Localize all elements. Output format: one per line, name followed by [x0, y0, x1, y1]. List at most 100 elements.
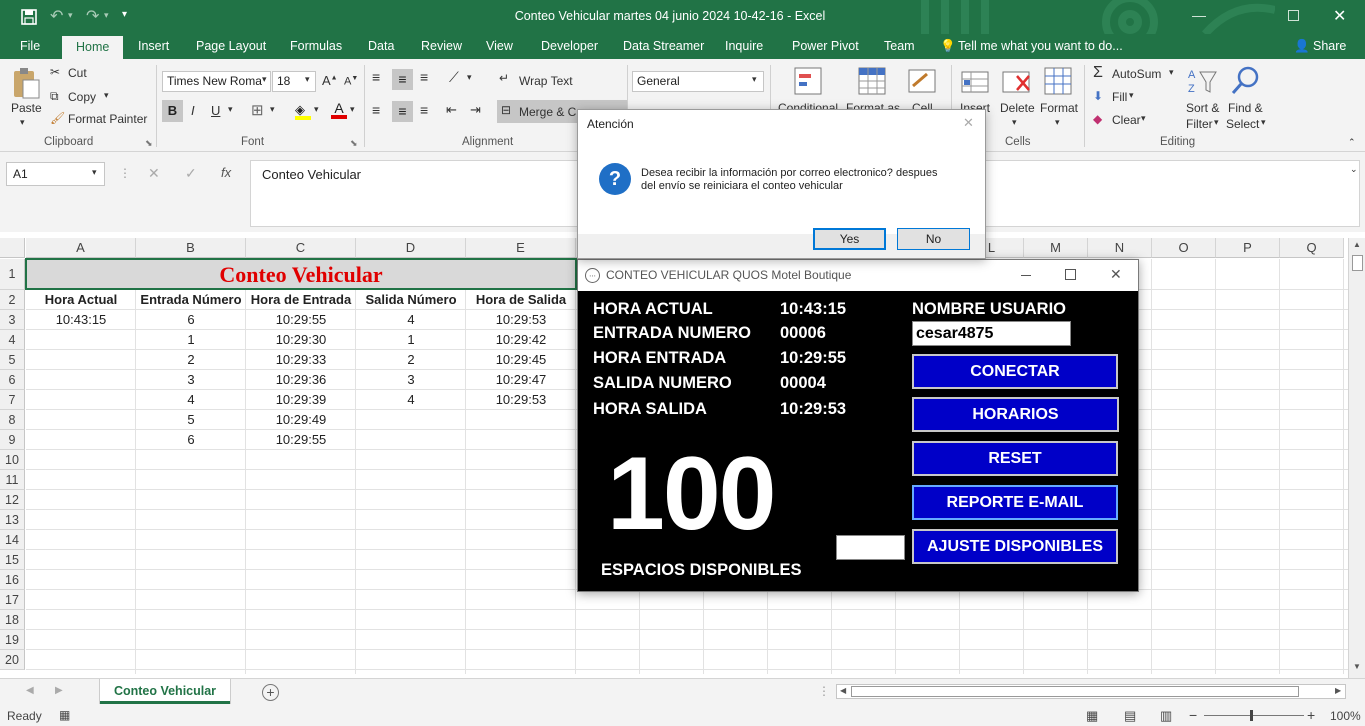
redo-icon[interactable]: ↷ [86, 6, 99, 26]
column-header-m[interactable]: M [1024, 238, 1088, 258]
name-box-dropdown-icon[interactable]: ▾ [92, 167, 97, 178]
table-cell[interactable]: 6 [136, 430, 246, 450]
horizontal-scroll-thumb[interactable] [851, 686, 1299, 697]
row-header-15[interactable]: 15 [0, 550, 25, 570]
vertical-scroll-thumb[interactable] [1352, 255, 1363, 271]
table-cell[interactable]: 2 [356, 350, 466, 370]
row-header-19[interactable]: 19 [0, 630, 25, 650]
row-header-7[interactable]: 7 [0, 390, 25, 410]
row-header-6[interactable]: 6 [0, 370, 25, 390]
close-button[interactable]: ✕ [1333, 6, 1346, 26]
format-dropdown-icon[interactable]: ▾ [1055, 117, 1060, 128]
column-header-o[interactable]: O [1152, 238, 1216, 258]
row-header-8[interactable]: 8 [0, 410, 25, 430]
header-hora-de-entrada[interactable]: Hora de Entrada [246, 290, 356, 310]
header-salida-numero[interactable]: Salida Número [356, 290, 466, 310]
ajuste-disponibles-button[interactable]: AJUSTE DISPONIBLES [912, 529, 1118, 564]
row-header-1[interactable]: 1 [0, 259, 25, 290]
table-cell[interactable]: 5 [136, 410, 246, 430]
new-sheet-icon[interactable]: + [262, 684, 279, 701]
table-cell[interactable] [356, 430, 466, 450]
zoom-slider[interactable] [1204, 715, 1304, 716]
page-layout-view-icon[interactable]: ▤ [1124, 708, 1136, 724]
copy-dropdown-icon[interactable]: ▾ [104, 90, 109, 101]
cancel-entry-icon[interactable]: ✕ [148, 165, 160, 182]
column-header-p[interactable]: P [1216, 238, 1280, 258]
clipboard-launcher-icon[interactable]: ⬊ [145, 138, 153, 149]
table-cell[interactable]: 10:29:55 [246, 310, 356, 330]
row-header-2[interactable]: 2 [0, 290, 25, 310]
tab-review[interactable]: Review [421, 34, 462, 59]
tab-home[interactable]: Home [62, 36, 124, 59]
table-cell[interactable]: 10:29:36 [246, 370, 356, 390]
underline-dropdown-icon[interactable]: ▾ [228, 104, 233, 115]
paste-label[interactable]: Paste [11, 101, 42, 115]
column-header-d[interactable]: D [356, 238, 466, 258]
table-cell[interactable]: 10:29:49 [246, 410, 356, 430]
sort-filter-label-1[interactable]: Sort & [1186, 101, 1219, 115]
format-painter-button[interactable]: Format Painter [68, 112, 147, 126]
find-select-label-2[interactable]: Select [1226, 117, 1259, 131]
scroll-left-icon[interactable]: ◀ [840, 686, 846, 695]
horarios-button[interactable]: HORARIOS [912, 397, 1119, 432]
form-minimize-button[interactable] [1021, 275, 1031, 276]
italic-button[interactable]: I [191, 103, 195, 118]
delete-cells-icon[interactable] [1001, 66, 1033, 98]
table-cell[interactable]: 4 [136, 390, 246, 410]
normal-view-icon[interactable]: ▦ [1086, 708, 1098, 724]
prev-sheet-icon[interactable]: ◀ [26, 685, 34, 696]
zoom-level[interactable]: 100% [1330, 709, 1361, 723]
table-cell[interactable]: 10:29:53 [466, 390, 576, 410]
tab-formulas[interactable]: Formulas [290, 34, 342, 59]
tab-page-layout[interactable]: Page Layout [196, 34, 266, 59]
zoom-in-icon[interactable]: + [1307, 707, 1315, 723]
column-header-b[interactable]: B [136, 238, 246, 258]
tab-inquire[interactable]: Inquire [725, 34, 763, 59]
username-input[interactable]: cesar4875 [912, 321, 1071, 346]
save-icon[interactable] [20, 8, 38, 26]
table-cell[interactable]: 1 [136, 330, 246, 350]
insert-function-icon[interactable]: fx [221, 165, 231, 180]
orientation-dropdown-icon[interactable]: ▾ [467, 72, 472, 83]
sort-filter-dropdown-icon[interactable]: ▾ [1214, 117, 1219, 128]
header-entrada-numero[interactable]: Entrada Número [136, 290, 246, 310]
clear-button[interactable]: Clear [1112, 113, 1141, 127]
row-header-18[interactable]: 18 [0, 610, 25, 630]
conditional-formatting-icon[interactable] [793, 66, 825, 98]
column-header-q[interactable]: Q [1280, 238, 1344, 258]
row-header-16[interactable]: 16 [0, 570, 25, 590]
header-hora-de-salida[interactable]: Hora de Salida [466, 290, 576, 310]
tell-me-search[interactable]: Tell me what you want to do... [958, 34, 1123, 59]
redo-dropdown-icon[interactable]: ▾ [104, 10, 109, 21]
decrease-indent-icon[interactable]: ⇤ [446, 102, 457, 118]
form-maximize-button[interactable] [1065, 269, 1076, 280]
find-select-icon[interactable] [1230, 65, 1262, 97]
restore-button[interactable] [1288, 10, 1299, 21]
tab-data-streamer[interactable]: Data Streamer [623, 34, 704, 59]
yes-button[interactable]: Yes [813, 228, 886, 250]
cell-styles-icon[interactable] [907, 66, 939, 98]
insert-cells-icon[interactable] [960, 66, 992, 98]
table-cell[interactable] [356, 410, 466, 430]
table-cell[interactable] [26, 370, 136, 390]
ajuste-input[interactable] [836, 535, 905, 560]
table-cell[interactable]: 10:29:47 [466, 370, 576, 390]
font-color-icon[interactable]: A [331, 101, 347, 121]
table-cell[interactable]: 10:29:53 [466, 310, 576, 330]
format-as-table-icon[interactable] [857, 66, 889, 98]
underline-button[interactable]: U [211, 103, 220, 118]
column-header-n[interactable]: N [1088, 238, 1152, 258]
table-cell[interactable] [26, 430, 136, 450]
borders-dropdown-icon[interactable]: ▾ [270, 104, 275, 115]
dialog-close-button[interactable]: ✕ [963, 115, 974, 131]
cut-button[interactable]: Cut [68, 66, 87, 80]
tab-insert[interactable]: Insert [138, 34, 169, 59]
row-header-5[interactable]: 5 [0, 350, 25, 370]
table-cell[interactable] [466, 430, 576, 450]
confirm-entry-icon[interactable]: ✓ [185, 165, 197, 182]
align-bottom-icon[interactable]: ≡ [420, 69, 428, 85]
table-cell[interactable]: 10:29:33 [246, 350, 356, 370]
column-header-c[interactable]: C [246, 238, 356, 258]
reset-button[interactable]: RESET [912, 441, 1118, 476]
tab-data[interactable]: Data [368, 34, 394, 59]
